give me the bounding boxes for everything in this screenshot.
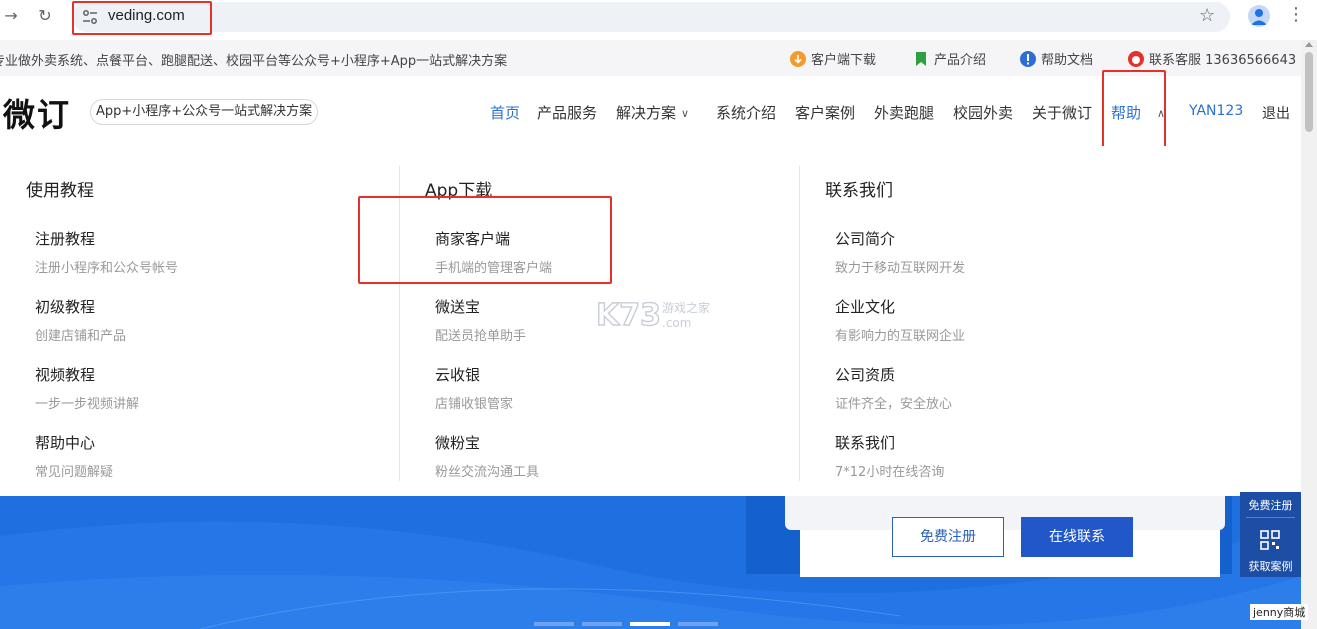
menu-item-subtitle: 有影响力的互联网企业: [835, 329, 966, 344]
menu-item-qualification[interactable]: 公司资质 证件齐全，安全放心: [835, 364, 952, 412]
menu-item-title: 注册教程: [35, 230, 96, 248]
carousel-dot[interactable]: [582, 622, 622, 626]
info-icon: [1020, 50, 1036, 67]
watermark-text: 游戏之家: [662, 300, 710, 315]
client-download-label: 客户端下载: [811, 53, 877, 68]
product-intro-link[interactable]: 产品介绍: [913, 49, 986, 68]
browser-menu-icon[interactable]: ⋮: [1287, 4, 1305, 25]
site-logo[interactable]: 微订: [3, 90, 71, 136]
annotation-box-merchant-client: [358, 196, 612, 284]
nav-delivery[interactable]: 外卖跑腿: [874, 102, 934, 123]
menu-item-title: 初级教程: [35, 298, 96, 316]
page-scrollbar[interactable]: [1301, 40, 1317, 629]
menu-item-subtitle: 粉丝交流沟通工具: [435, 465, 540, 480]
side-register-link[interactable]: 免费注册: [1240, 497, 1301, 513]
free-register-button[interactable]: 免费注册: [892, 517, 1004, 557]
nav-customer-cases[interactable]: 客户案例: [795, 102, 855, 123]
credit-text: jenny商城: [1250, 604, 1309, 620]
menu-item-title: 公司简介: [835, 230, 896, 248]
menu-item-register-tutorial[interactable]: 注册教程 注册小程序和公众号帐号: [35, 228, 178, 276]
customer-service-link[interactable]: 联系客服 13636566643: [1128, 49, 1296, 68]
carousel-dot[interactable]: [534, 622, 574, 626]
menu-item-subtitle: 店铺收银管家: [435, 397, 514, 412]
k73-watermark-logo: K73 游戏之家 .com: [596, 297, 710, 332]
menu-item-title: 帮助中心: [35, 434, 96, 452]
menu-item-basic-tutorial[interactable]: 初级教程 创建店铺和产品: [35, 296, 126, 344]
site-tagline: App+小程序+公众号一站式解决方案: [90, 99, 319, 125]
menu-item-subtitle: 配送员抢单助手: [435, 329, 527, 344]
nav-solutions[interactable]: 解决方案 ∨: [616, 102, 689, 123]
carousel-dot[interactable]: [678, 622, 718, 626]
help-docs-link[interactable]: 帮助文档: [1020, 49, 1093, 68]
scroll-up-icon[interactable]: [1305, 42, 1313, 47]
menu-item-cloud-cashier[interactable]: 云收银 店铺收银管家: [435, 364, 513, 412]
help-docs-label: 帮助文档: [1041, 53, 1094, 68]
hero-banner: [0, 496, 1301, 629]
nav-home[interactable]: 首页: [490, 102, 520, 123]
nav-products[interactable]: 产品服务: [537, 102, 597, 123]
reload-icon[interactable]: ↻: [34, 5, 56, 27]
side-float-panel: 免费注册 获取案例: [1240, 492, 1301, 577]
menu-item-video-tutorial[interactable]: 视频教程 一步一步视频讲解: [35, 364, 139, 412]
menu-item-title: 公司资质: [835, 366, 896, 384]
hero-card-top: [785, 496, 1225, 530]
service-icon: [1128, 50, 1144, 67]
annotation-box-help: [1102, 70, 1166, 149]
menu-item-title: 微送宝: [435, 298, 481, 316]
profile-avatar-icon[interactable]: [1248, 5, 1270, 27]
annotation-box-url: [72, 1, 212, 35]
address-bar[interactable]: veding.com: [72, 2, 1230, 32]
customer-service-label: 联系客服 13636566643: [1149, 53, 1297, 68]
menu-item-subtitle: 常见问题解疑: [35, 465, 114, 480]
client-download-link[interactable]: 客户端下载: [790, 49, 876, 68]
column-title-tutorials: 使用教程: [26, 181, 94, 201]
bookmark-icon: [913, 51, 929, 67]
watermark-domain: .com: [662, 316, 691, 330]
menu-item-help-center[interactable]: 帮助中心 常见问题解疑: [35, 432, 113, 480]
menu-item-title: 联系我们: [835, 434, 896, 452]
menu-item-weisongbao[interactable]: 微送宝 配送员抢单助手: [435, 296, 526, 344]
menu-item-culture[interactable]: 企业文化 有影响力的互联网企业: [835, 296, 965, 344]
menu-item-subtitle: 一步一步视频讲解: [35, 397, 140, 412]
qr-code-icon[interactable]: [1260, 530, 1280, 550]
product-intro-label: 产品介绍: [934, 53, 987, 68]
nav-about[interactable]: 关于微订: [1032, 102, 1092, 123]
column-divider: [799, 166, 800, 481]
forward-arrow-icon[interactable]: →: [0, 5, 22, 27]
online-contact-button[interactable]: 在线联系: [1021, 517, 1133, 557]
menu-item-weifenbao[interactable]: 微粉宝 粉丝交流沟通工具: [435, 432, 539, 480]
user-name[interactable]: YAN123: [1189, 103, 1243, 119]
menu-item-title: 视频教程: [35, 366, 96, 384]
slogan-text: 专业做外卖系统、点餐平台、跑腿配送、校园平台等公众号+小程序+App一站式解决方…: [0, 54, 508, 69]
menu-item-title: 云收银: [435, 366, 481, 384]
download-icon: [790, 50, 806, 67]
bookmark-star-icon[interactable]: ☆: [1199, 5, 1215, 26]
watermark-brand: K73: [596, 298, 661, 332]
menu-item-subtitle: 7*12小时在线咨询: [835, 465, 945, 480]
side-divider: [1246, 517, 1295, 518]
nav-system-intro[interactable]: 系统介绍: [716, 102, 776, 123]
menu-item-contact-us[interactable]: 联系我们 7*12小时在线咨询: [835, 432, 944, 480]
menu-item-subtitle: 致力于移动互联网开发: [835, 261, 966, 276]
side-cases-link[interactable]: 获取案例: [1240, 558, 1301, 574]
menu-item-title: 企业文化: [835, 298, 896, 316]
column-title-contact: 联系我们: [825, 181, 893, 201]
carousel-dot-active[interactable]: [630, 622, 670, 626]
menu-item-title: 微粉宝: [435, 434, 481, 452]
chevron-down-icon: ∨: [681, 107, 690, 120]
nav-solutions-label: 解决方案: [616, 104, 677, 122]
logout-link[interactable]: 退出: [1262, 103, 1290, 123]
nav-campus[interactable]: 校园外卖: [953, 102, 1013, 123]
menu-item-subtitle: 证件齐全，安全放心: [835, 397, 953, 412]
scroll-thumb[interactable]: [1305, 52, 1313, 132]
menu-item-subtitle: 创建店铺和产品: [35, 329, 127, 344]
menu-item-company-intro[interactable]: 公司简介 致力于移动互联网开发: [835, 228, 965, 276]
menu-item-subtitle: 注册小程序和公众号帐号: [35, 261, 179, 276]
